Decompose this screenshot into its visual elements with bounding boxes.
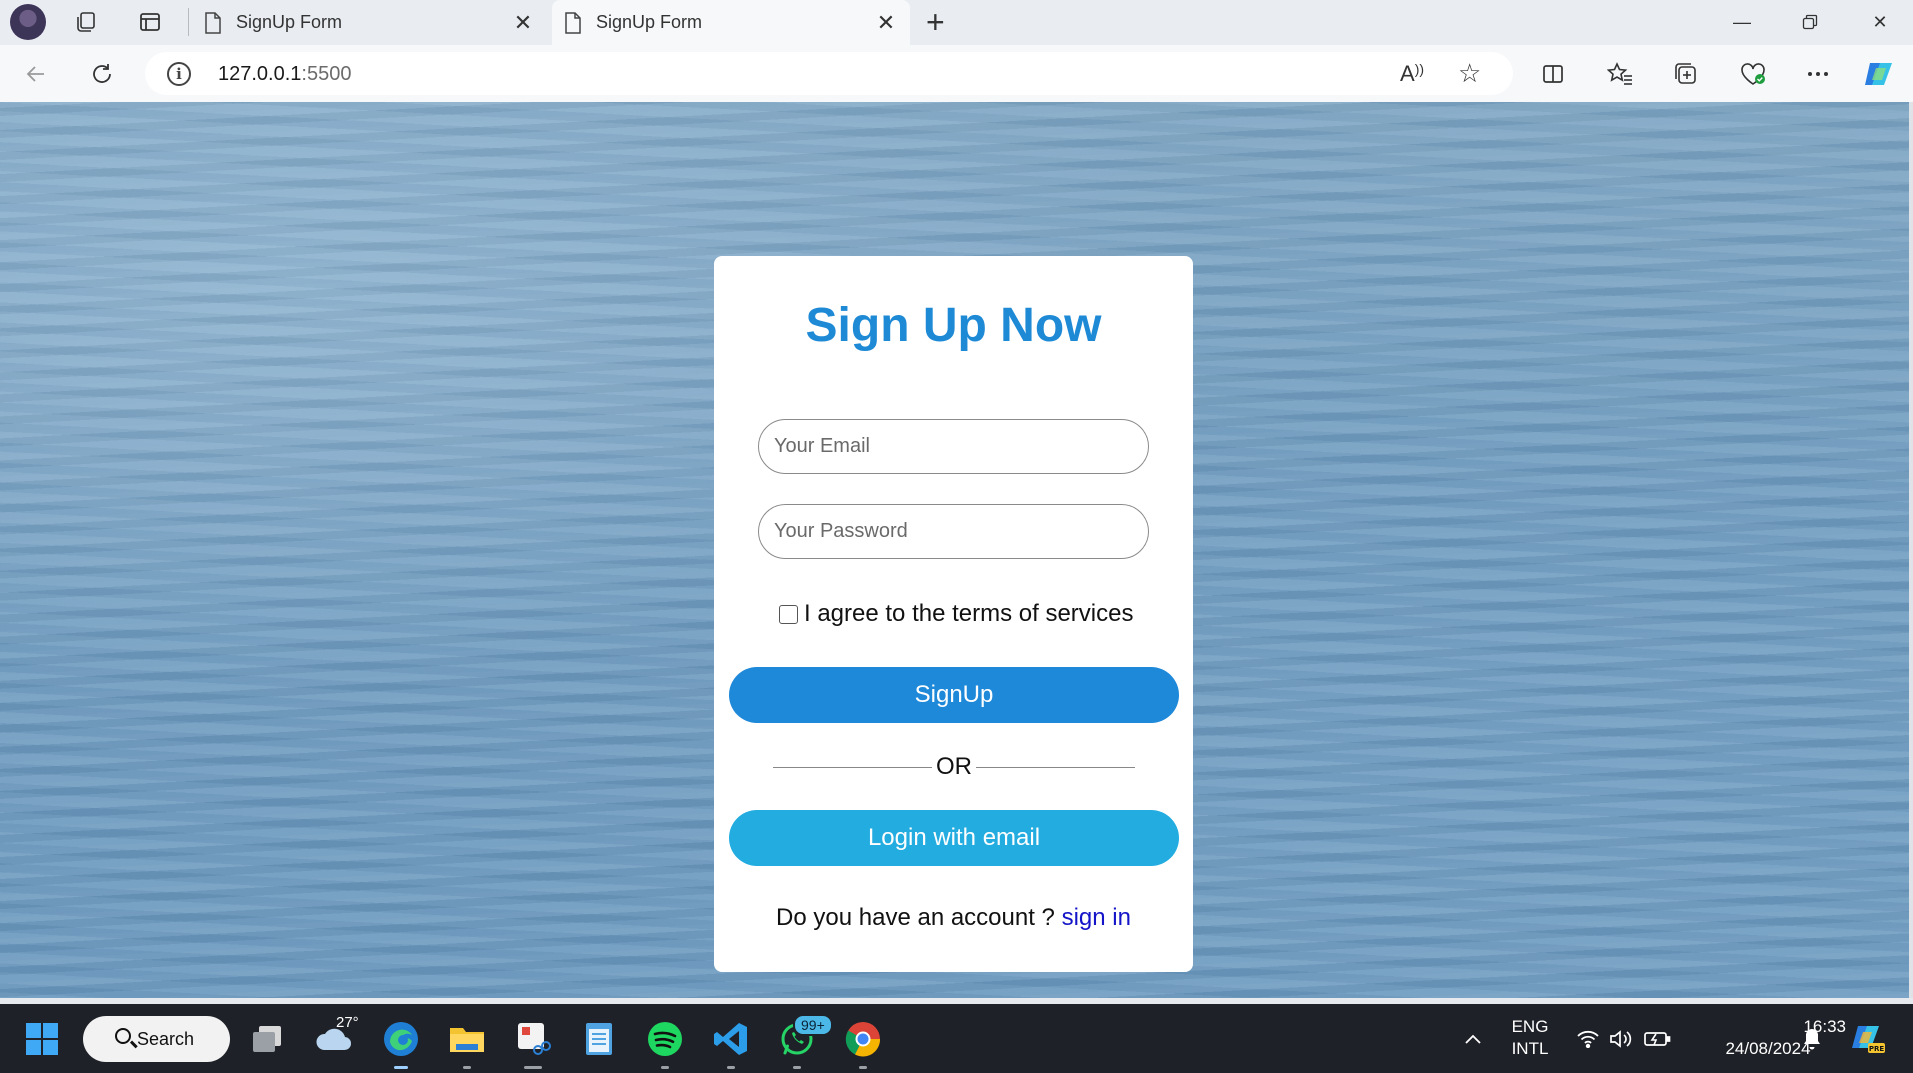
refresh-icon[interactable]	[85, 57, 119, 91]
tab-signup-form-1[interactable]: SignUp Form ✕	[192, 0, 547, 45]
email-field[interactable]	[758, 419, 1149, 474]
page-title: Sign Up Now	[805, 299, 1102, 352]
search-icon	[115, 1028, 131, 1044]
or-label: OR	[936, 753, 972, 780]
notification-bell-icon[interactable]	[1791, 1018, 1833, 1060]
tab-title: SignUp Form	[596, 12, 703, 32]
terms-label: I agree to the terms of services	[804, 600, 1134, 627]
whatsapp-badge: 99+	[793, 1014, 833, 1036]
divider-line-right	[976, 766, 1135, 768]
copilot-preview-icon[interactable]: PRE	[1847, 1018, 1889, 1060]
language-code: ENG	[1511, 1017, 1549, 1036]
site-info-icon[interactable]: i	[167, 62, 191, 86]
keyboard-layout: INTL	[1511, 1039, 1549, 1058]
tab-close-icon[interactable]: ✕	[511, 10, 535, 36]
vscode-icon[interactable]	[710, 1018, 752, 1069]
page-icon	[205, 11, 221, 34]
running-indicator	[524, 1066, 542, 1069]
password-field[interactable]	[758, 504, 1149, 559]
show-hidden-icons-chevron-icon[interactable]	[1452, 1018, 1494, 1060]
tab-title: SignUp Form	[236, 12, 343, 32]
file-explorer-icon[interactable]	[446, 1018, 488, 1069]
split-screen-icon[interactable]	[1536, 57, 1570, 91]
running-indicator	[661, 1066, 669, 1069]
running-indicator	[859, 1066, 867, 1069]
account-prompt: Do you have an account ? sign in	[714, 904, 1193, 932]
or-divider: OR	[773, 752, 1135, 782]
account-question: Do you have an account ?	[776, 904, 1062, 931]
running-indicator	[394, 1066, 408, 1069]
edge-browser-icon[interactable]	[380, 1018, 422, 1069]
tab-close-icon[interactable]: ✕	[874, 10, 898, 36]
svg-text:PRE: PRE	[1869, 1045, 1885, 1053]
weather-temperature: 27°	[336, 1014, 359, 1031]
signup-button[interactable]: SignUp	[729, 667, 1179, 723]
navigation-bar: i 127.0.0.1:5500 A)) ☆	[0, 45, 1913, 102]
login-with-email-button[interactable]: Login with email	[729, 810, 1179, 866]
favorites-icon[interactable]	[1603, 57, 1637, 91]
workspaces-icon[interactable]	[70, 7, 102, 37]
more-options-icon[interactable]	[1801, 57, 1835, 91]
terms-checkbox[interactable]	[779, 604, 798, 624]
scrollbar[interactable]	[1909, 102, 1913, 998]
close-window-icon[interactable]: ✕	[1858, 6, 1902, 38]
page-icon	[565, 11, 581, 34]
taskbar: Search 27° 99+ ENG INTL 16:33 24/08/2024…	[0, 1004, 1913, 1073]
running-indicator	[463, 1066, 471, 1069]
terms-row[interactable]: I agree to the terms of services	[779, 600, 1133, 628]
search-label: Search	[137, 1028, 195, 1049]
read-aloud-icon[interactable]: A))	[1400, 61, 1424, 87]
browser-essentials-icon[interactable]	[1736, 57, 1770, 91]
tab-strip: SignUp Form ✕ SignUp Form ✕ + — ✕	[0, 0, 1913, 45]
tab-signup-form-2[interactable]: SignUp Form ✕	[552, 0, 910, 45]
minimize-icon[interactable]: —	[1720, 6, 1764, 38]
vertical-tabs-icon[interactable]	[134, 7, 166, 37]
address-bar[interactable]: i 127.0.0.1:5500 A)) ☆	[145, 52, 1513, 95]
favorite-star-icon[interactable]: ☆	[1458, 58, 1481, 89]
start-windows-icon[interactable]	[21, 1018, 63, 1060]
page-viewport: Sign Up Now I agree to the terms of serv…	[0, 102, 1909, 998]
signup-card: Sign Up Now I agree to the terms of serv…	[714, 256, 1193, 972]
spotify-icon[interactable]	[644, 1018, 686, 1069]
snipping-tool-icon[interactable]	[512, 1018, 554, 1069]
chrome-icon[interactable]	[842, 1018, 884, 1069]
running-indicator	[727, 1066, 735, 1069]
running-indicator	[793, 1066, 801, 1069]
copilot-icon[interactable]	[1862, 57, 1896, 91]
collections-icon[interactable]	[1669, 57, 1703, 91]
url-text[interactable]: 127.0.0.1:5500	[218, 63, 351, 86]
sign-in-link[interactable]: sign in	[1062, 904, 1131, 931]
battery-icon[interactable]	[1636, 1018, 1678, 1060]
tab-separator	[188, 8, 189, 36]
notepad-icon[interactable]	[578, 1018, 620, 1060]
divider-line-left	[773, 766, 932, 768]
input-language[interactable]: ENG INTL	[1510, 1016, 1550, 1060]
back-icon[interactable]	[19, 57, 53, 91]
restore-icon[interactable]	[1788, 6, 1832, 38]
task-view-icon[interactable]	[247, 1018, 289, 1060]
taskbar-search[interactable]: Search	[83, 1016, 230, 1062]
profile-avatar[interactable]	[10, 4, 46, 40]
new-tab-icon[interactable]: +	[926, 4, 945, 41]
